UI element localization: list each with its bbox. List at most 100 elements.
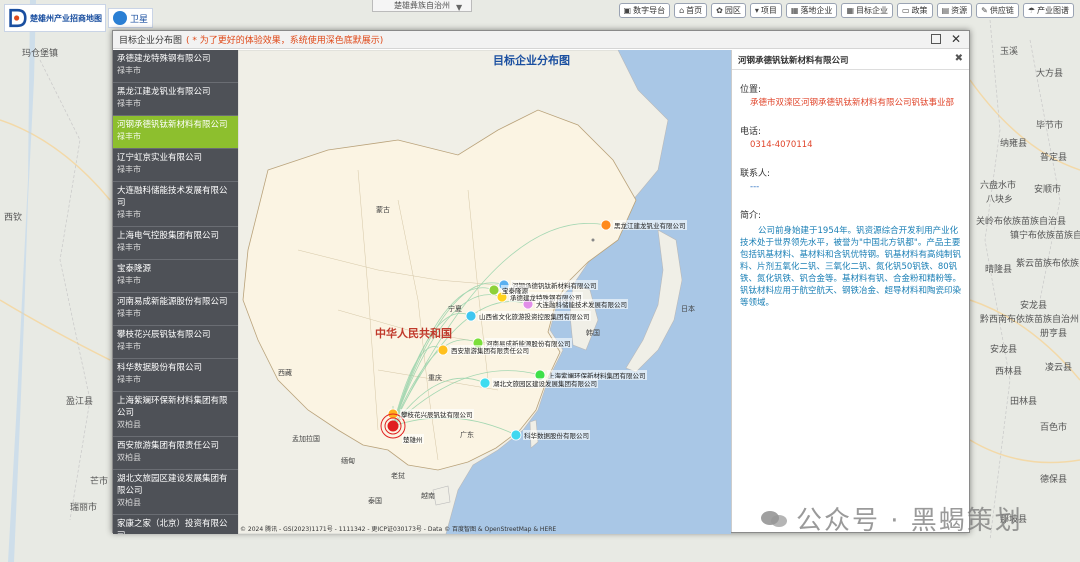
- enterprise-pin-label[interactable]: 攀枝花兴辰钒钛有限公司: [400, 409, 474, 419]
- enterprise-pin-label[interactable]: 黑龙江建龙钒业有限公司: [613, 220, 687, 230]
- target-ripple[interactable]: [387, 420, 399, 432]
- company-list-item[interactable]: 科华数据股份有限公司 禄丰市: [113, 359, 238, 392]
- map-place-label: 六盘水市: [980, 181, 1017, 191]
- enterprise-pin[interactable]: [465, 310, 477, 322]
- nav-label: 资源: [951, 6, 968, 15]
- map-place-label: 安顺市: [1034, 185, 1062, 195]
- map-region-label: 重庆: [428, 374, 442, 382]
- map-place-label: 毕节市: [1036, 121, 1064, 131]
- nav-icon: ▾: [754, 6, 759, 15]
- enterprise-pin-label[interactable]: 宝泰隆源: [501, 285, 529, 295]
- company-name: 辽宁虹京实业有限公司: [117, 153, 203, 163]
- nav-label: 园区: [724, 6, 741, 15]
- nav-label: 数字导台: [633, 6, 666, 15]
- dialog-note: ( * 为了更好的体验效果，系统使用深色底默展示): [186, 36, 384, 46]
- nav-icon: ✿: [716, 6, 723, 15]
- nav-icon: ⌂: [679, 6, 685, 15]
- company-list-item[interactable]: 上海紫斓环保新材料集团有限公司双柏县: [113, 392, 238, 437]
- map-place-label: 安龙县: [990, 345, 1018, 355]
- nav-label: 目标企业: [856, 6, 888, 15]
- nav-button-8[interactable]: ✎ 供应链: [976, 3, 1019, 18]
- company-city: 禄丰市: [117, 132, 141, 141]
- company-list-item[interactable]: 辽宁虹京实业有限公司 禄丰市: [113, 149, 238, 182]
- nav-button-7[interactable]: ▤ 资源: [936, 3, 973, 18]
- enterprise-pin[interactable]: [437, 344, 449, 356]
- map-place-label: 德保县: [1040, 475, 1068, 485]
- company-city: 禄丰市: [117, 66, 141, 75]
- china-map-svg[interactable]: [238, 50, 731, 534]
- company-name: 河南易成新能源股份有限公司: [117, 297, 228, 307]
- map-region-label: 孟加拉国: [292, 435, 320, 443]
- nav-icon: ✎: [981, 6, 988, 15]
- app-title: 楚雄州产业招商地图: [30, 13, 102, 23]
- logo-d-icon: [9, 8, 27, 28]
- nav-icon: ▦: [846, 6, 854, 15]
- company-city: 双柏县: [117, 420, 141, 429]
- company-name: 大连融科储能技术发展有限公司: [117, 186, 228, 208]
- map-place-label: 玉溪: [1000, 47, 1019, 57]
- nav-button-0[interactable]: ▣ 数字导台: [618, 3, 671, 18]
- nav-button-5[interactable]: ▦ 目标企业: [841, 3, 893, 18]
- company-city: 禄丰市: [117, 210, 141, 219]
- nav-label: 政策: [911, 6, 928, 15]
- company-name: 科华数据股份有限公司: [117, 363, 203, 373]
- enterprise-pin-label[interactable]: 山西省文化旅游投资控股集团有限公司: [478, 311, 591, 321]
- company-city: 禄丰市: [117, 99, 141, 108]
- distribution-map[interactable]: 目标企业分布图 中华人民共和国 蒙古 日本 韩国 孟加拉国 缅甸 老挝 泰国 越南 宁夏 西藏 重庆…: [238, 50, 731, 534]
- company-list-item[interactable]: 西安旅游集团有限责任公司 双柏县: [113, 437, 238, 470]
- enterprise-pin[interactable]: [600, 219, 612, 231]
- map-region-label: 蒙古: [376, 206, 390, 214]
- enterprise-pin-label[interactable]: 科华数据股份有限公司: [523, 430, 590, 440]
- map-place-label: 纳雍县: [1000, 139, 1028, 149]
- company-list-item[interactable]: 承德建龙特殊钢有限公司 禄丰市: [113, 50, 238, 83]
- app-logo[interactable]: 楚雄州产业招商地图: [4, 4, 106, 32]
- maximize-icon[interactable]: [931, 34, 941, 44]
- map-copyright: © 2024 腾讯 - GS(2023)1171号 - 1111342 - 更I…: [240, 526, 557, 533]
- map-place-label: 镇宁布依族苗族自治县: [1010, 231, 1080, 241]
- company-list-item[interactable]: 宝泰隆源 禄丰市: [113, 260, 238, 293]
- nav-button-3[interactable]: ▾ 项目: [749, 3, 782, 18]
- company-list-item[interactable]: 河钢承德钒钛新材料有限公司 禄丰市: [113, 116, 238, 149]
- company-list-item[interactable]: 家康之家（北京）投资有限公司双柏县: [113, 515, 238, 534]
- company-name: 湖北文旅园区建设发展集团有限公司: [117, 474, 228, 496]
- company-list-item[interactable]: 黑龙江建龙钒业有限公司 禄丰市: [113, 83, 238, 116]
- contact-label: 联系人:: [740, 169, 771, 179]
- map-region-label: 泰国: [368, 497, 382, 505]
- company-city: 禄丰市: [117, 243, 141, 252]
- company-city: 双柏县: [117, 453, 141, 462]
- nav-button-1[interactable]: ⌂ 首页: [674, 3, 708, 18]
- nav-icon: ▭: [902, 6, 910, 15]
- map-region-label: 缅甸: [341, 457, 355, 465]
- company-list-item[interactable]: 河南易成新能源股份有限公司 禄丰市: [113, 293, 238, 326]
- company-list-item[interactable]: 大连融科储能技术发展有限公司禄丰市: [113, 182, 238, 227]
- nav-button-6[interactable]: ▭ 政策: [897, 3, 933, 18]
- company-list-item[interactable]: 攀枝花兴辰钒钛有限公司 禄丰市: [113, 326, 238, 359]
- enterprise-pin-label[interactable]: 湖北文旅园区建设发展集团有限公司: [492, 378, 598, 388]
- target-enterprise-dialog: 目标企业分布图 ( * 为了更好的体验效果，系统使用深色底默展示) ✕ 承德建龙…: [112, 30, 970, 534]
- map-place-label: 玛仓堡镇: [22, 49, 59, 59]
- company-city: 禄丰市: [117, 309, 141, 318]
- detail-close-icon[interactable]: ✖: [955, 53, 963, 64]
- enterprise-pin[interactable]: [510, 429, 522, 441]
- phone-value: 0314-4070114: [750, 140, 813, 150]
- chevron-down-icon[interactable]: ▼: [456, 3, 462, 12]
- company-name: 上海紫斓环保新材料集团有限公司: [117, 396, 228, 418]
- enterprise-pin-label[interactable]: 西安旅游集团有限责任公司: [450, 345, 530, 355]
- company-name: 宝泰隆源: [117, 264, 152, 274]
- nav-button-9[interactable]: ☂ 产业图谱: [1022, 3, 1074, 18]
- close-icon[interactable]: ✕: [951, 32, 961, 46]
- nav-icon: ▣: [623, 6, 632, 15]
- company-list[interactable]: 承德建龙特殊钢有限公司 禄丰市 黑龙江建龙钒业有限公司 禄丰市 河钢承德钒钛新材料有限公…: [113, 50, 238, 534]
- globe-icon: [113, 11, 127, 25]
- nav-button-2[interactable]: ✿ 园区: [711, 3, 746, 18]
- enterprise-pin-label[interactable]: 大连融科储能技术发展有限公司: [535, 299, 628, 309]
- map-place-label: 安龙县: [1020, 301, 1048, 311]
- satellite-toggle[interactable]: 卫星: [108, 8, 154, 28]
- nav-label: 项目: [760, 6, 777, 15]
- nav-icon: ▤: [941, 6, 950, 15]
- enterprise-pin[interactable]: [488, 284, 500, 296]
- company-list-item[interactable]: 湖北文旅园区建设发展集团有限公司 双柏县: [113, 470, 238, 515]
- enterprise-pin[interactable]: [479, 377, 491, 389]
- nav-button-4[interactable]: ▦ 落地企业: [785, 3, 838, 18]
- company-list-item[interactable]: 上海电气控股集团有限公司 禄丰市: [113, 227, 238, 260]
